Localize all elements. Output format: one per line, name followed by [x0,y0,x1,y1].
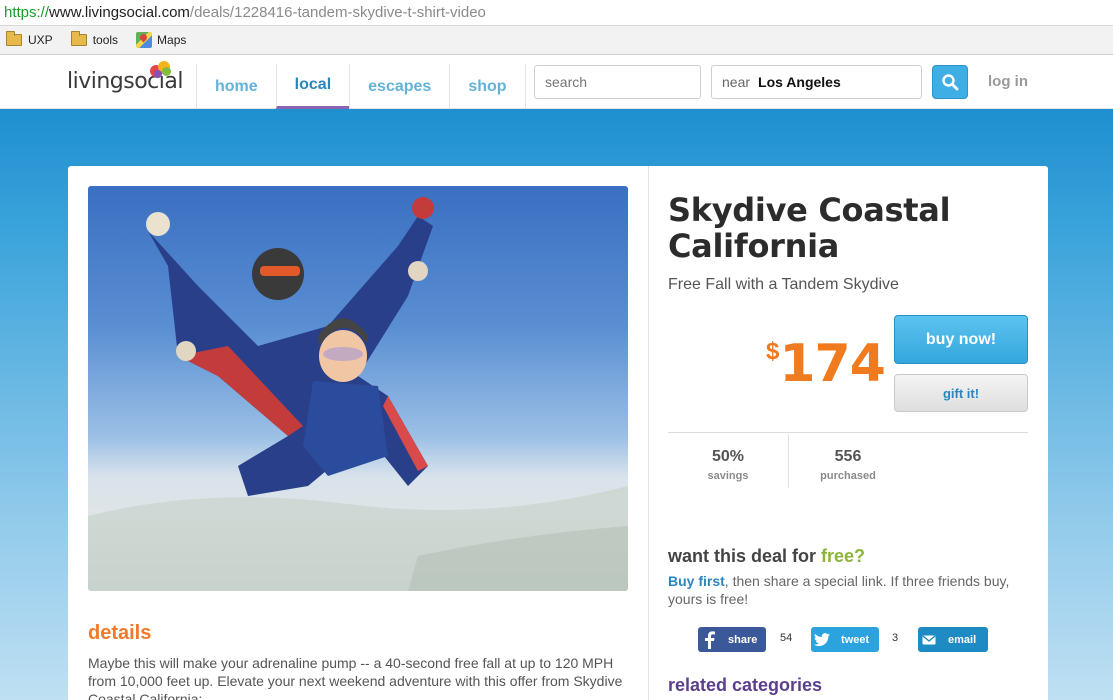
stat-label: savings [707,470,749,482]
email-share-label: email [948,633,977,646]
nav-tab-home[interactable]: home [196,64,276,109]
nav-tab-local[interactable]: local [275,64,350,109]
twitter-tweet-button[interactable]: tweet [811,627,879,652]
free-deal-text: Buy first, then share a special link. If… [668,572,1028,608]
near-label: near [722,74,751,90]
location-input[interactable] [758,74,899,90]
free-heading-highlight: free? [821,546,866,566]
email-share-button[interactable]: email [918,627,988,652]
buy-now-button[interactable]: buy now! [894,315,1028,364]
search-input[interactable] [534,65,701,99]
deal-subtitle: Free Fall with a Tandem Skydive [668,276,899,293]
price-amount: 174 [779,334,886,394]
share-row: share 54 tweet 3 email [698,627,1018,652]
site-header: livingsocial home local escapes shop nea… [0,55,1113,109]
bookmark-tools[interactable]: tools [70,31,119,47]
gift-button[interactable]: gift it! [894,374,1028,412]
column-divider [648,166,649,700]
bookmarks-bar: UXP tools Maps [0,26,1113,55]
folder-icon [70,31,87,46]
facebook-share-count: 54 [780,632,793,644]
address-bar[interactable]: https://www.livingsocial.com/deals/12284… [0,0,1113,26]
url-path: /deals/1228416-tandem-skydive-t-shirt-vi… [189,4,486,21]
bookmark-label: UXP [28,33,53,47]
price: $174 [766,334,886,394]
twitter-icon [811,627,833,652]
stat-value: 50% [711,448,745,465]
stats-divider [668,432,1028,433]
logo-dots-icon [150,61,174,79]
twitter-tweet-label: tweet [841,633,870,646]
twitter-tweet-count: 3 [892,632,899,644]
location-field[interactable]: near [711,65,922,99]
details-text: Maybe this will make your adrenaline pum… [88,655,623,700]
nav-tab-escapes[interactable]: escapes [349,64,449,109]
stat-savings: 50% savings [668,448,788,482]
free-heading-prefix: want this deal for [668,546,822,566]
search-icon [942,74,959,91]
details-heading: details [88,622,152,644]
facebook-icon [698,627,720,652]
facebook-share-button[interactable]: share [698,627,766,652]
search-button[interactable] [932,65,968,99]
url-host: www.livingsocial.com [49,4,190,21]
main-nav: home local escapes shop [196,64,526,109]
url-scheme: https:// [4,4,50,21]
buy-first-link[interactable]: Buy first [668,573,725,589]
bookmark-label: tools [92,33,119,47]
stat-label: purchased [820,470,876,482]
stat-value: 556 [834,448,862,465]
price-currency: $ [766,338,780,365]
email-icon [918,627,940,652]
nav-tab-shop[interactable]: shop [449,64,526,109]
stat-purchased: 556 purchased [788,448,908,482]
bookmark-maps[interactable]: Maps [136,32,186,48]
login-link[interactable]: log in [988,73,1028,90]
bookmark-label: Maps [157,33,187,47]
deal-photo [88,186,628,591]
folder-icon [6,31,22,46]
deal-title: Skydive Coastal California [668,191,951,265]
related-categories-heading: related categories [668,675,823,695]
bookmark-uxp[interactable]: UXP [6,31,53,47]
maps-icon [136,32,153,48]
free-deal-heading: want this deal for free? [668,546,865,567]
facebook-share-label: share [728,633,758,646]
